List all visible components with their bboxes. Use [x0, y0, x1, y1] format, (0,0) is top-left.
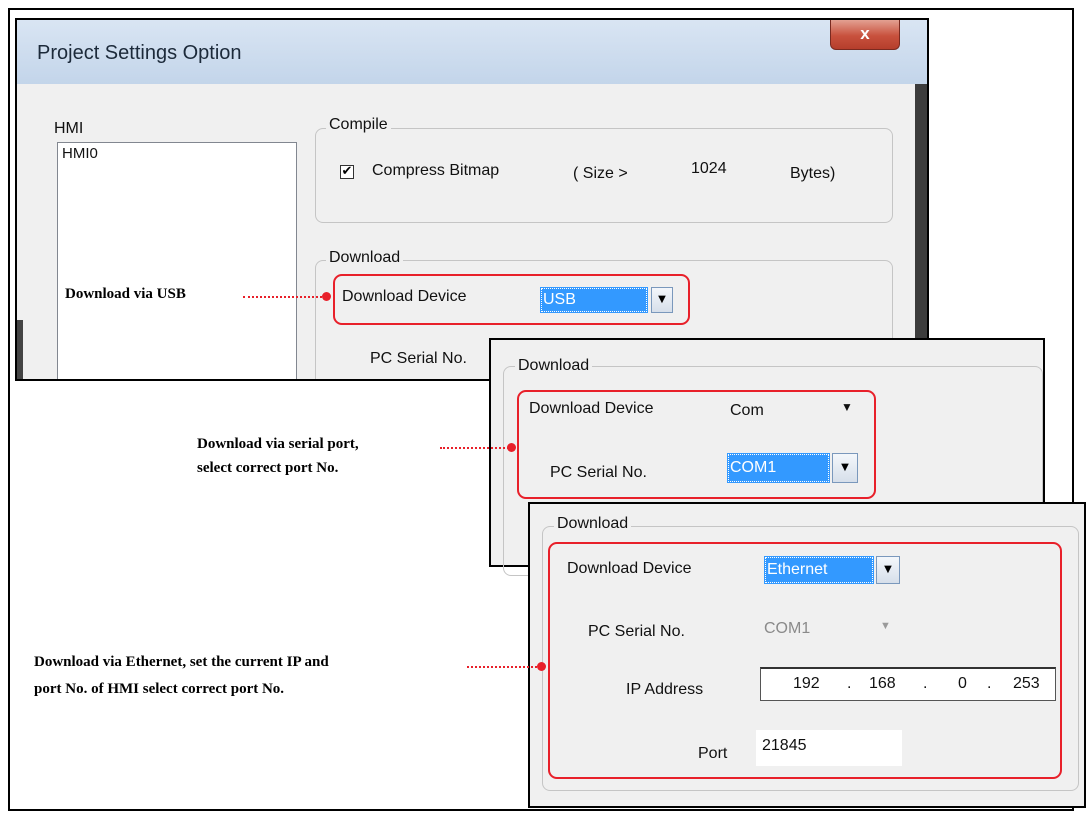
ip-octet-4[interactable]: 253	[1013, 675, 1040, 693]
annotation-ethernet-line1: Download via Ethernet, set the current I…	[34, 654, 329, 670]
hmi-list-item[interactable]: HMI0	[62, 145, 98, 162]
ip-octet-2[interactable]: 168	[869, 675, 896, 693]
compile-group-title: Compile	[326, 116, 391, 134]
serial-device-label: Download Device	[529, 400, 654, 417]
port-input[interactable]: 21845	[756, 730, 902, 766]
checkmark-icon: ✔	[341, 164, 353, 179]
ip-address-label: IP Address	[626, 681, 704, 698]
annotation-serial-line2: select correct port No.	[197, 460, 339, 476]
chevron-down-icon: ▼	[880, 620, 891, 632]
chevron-down-icon[interactable]: ▼	[841, 400, 853, 414]
ip-octet-3[interactable]: 0	[958, 675, 967, 693]
dialog-title: Project Settings Option	[37, 42, 242, 64]
ethernet-device-label: Download Device	[567, 560, 692, 577]
serial-download-group-title: Download	[515, 357, 593, 375]
chevron-down-icon[interactable]: ▼	[832, 453, 858, 483]
serial-device-select[interactable]: Com	[730, 402, 764, 420]
download-device-select[interactable]: USB	[540, 287, 648, 313]
annotation-ethernet-line2: port No. of HMI select correct port No.	[34, 681, 285, 697]
close-button[interactable]: x	[830, 20, 900, 50]
window-edge	[915, 84, 927, 379]
bitmap-size-input[interactable]: 1024	[671, 156, 771, 188]
compress-bitmap-checkbox[interactable]: ✔	[340, 165, 354, 179]
hmi-list[interactable]: HMI0	[57, 142, 297, 379]
ethernet-download-group-title: Download	[554, 515, 632, 533]
serial-pc-serial-label: PC Serial No.	[550, 464, 647, 481]
close-icon: x	[860, 24, 870, 43]
hmi-label: HMI	[54, 120, 84, 137]
window-edge-left	[17, 320, 23, 379]
port-label: Port	[698, 745, 728, 762]
chevron-down-icon[interactable]: ▼	[876, 556, 900, 584]
leader-dot-serial	[507, 443, 516, 452]
ip-dot-2: .	[923, 675, 928, 692]
ethernet-download-panel: Download Download Device Ethernet ▼ PC S…	[528, 502, 1086, 808]
ip-dot-1: .	[847, 675, 852, 692]
ethernet-device-select[interactable]: Ethernet	[764, 556, 874, 584]
download-group-title: Download	[326, 249, 404, 267]
serial-port-select[interactable]: COM1	[727, 453, 830, 483]
port-value: 21845	[762, 737, 807, 754]
project-settings-dialog: Project Settings Option x HMI HMI0 Compi…	[15, 18, 929, 381]
pc-serial-label: PC Serial No.	[370, 350, 467, 367]
ip-dot-3: .	[987, 675, 992, 692]
compress-bitmap-label: Compress Bitmap	[372, 162, 500, 179]
ethernet-serial-select-disabled: COM1	[764, 620, 811, 637]
leader-line-usb	[243, 296, 326, 298]
annotation-usb: Download via USB	[65, 286, 186, 302]
leader-line-ethernet	[467, 666, 541, 668]
size-suffix-label: Bytes)	[790, 165, 836, 182]
size-prefix-label: ( Size >	[573, 165, 628, 182]
ethernet-pc-serial-label: PC Serial No.	[588, 623, 685, 640]
leader-dot-ethernet	[537, 662, 546, 671]
ip-address-input[interactable]: 192 . 168 . 0 . 253	[760, 667, 1056, 701]
leader-dot-usb	[322, 292, 331, 301]
bitmap-size-value: 1024	[691, 160, 727, 177]
annotation-serial-line1: Download via serial port,	[197, 436, 359, 452]
leader-line-serial	[440, 447, 512, 449]
title-bar: Project Settings Option x	[17, 20, 927, 84]
chevron-down-icon[interactable]: ▼	[651, 287, 673, 313]
download-device-label: Download Device	[342, 288, 467, 305]
ip-octet-1[interactable]: 192	[793, 675, 820, 693]
